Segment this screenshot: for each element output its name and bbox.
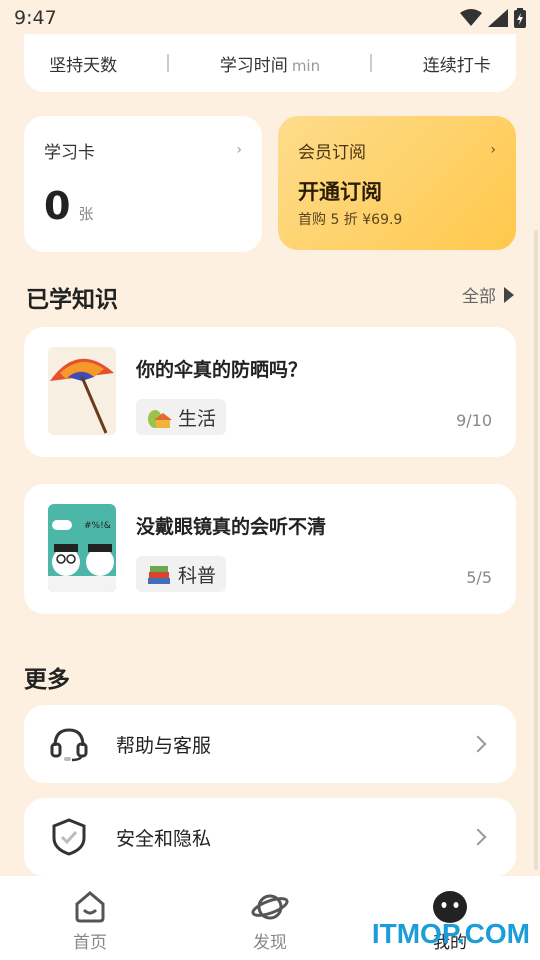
nav-discover[interactable]: 发现: [210, 890, 330, 953]
chevron-right-icon: ›: [236, 142, 242, 158]
study-card-count: 0 张: [44, 184, 93, 228]
stat-persist-days[interactable]: 坚持天数: [49, 51, 117, 76]
watermark-logo: ITMOP.COM: [371, 918, 530, 949]
study-card-number: 0: [44, 184, 71, 228]
knowledge-item[interactable]: 你的伞真的防晒吗？ 生活 9/10: [24, 327, 516, 457]
knowledge-item[interactable]: #%!& 没戴眼镜真的会听不清 科普 5/5: [24, 484, 516, 614]
house-plant-icon: [148, 410, 172, 428]
nav-home-label: 首页: [73, 933, 107, 953]
study-card-unit: 张: [78, 205, 94, 223]
help-support-label: 帮助与客服: [116, 734, 212, 757]
knowledge-progress: 9/10: [456, 411, 492, 430]
nav-discover-label: 发现: [253, 933, 287, 953]
knowledge-title: 没戴眼镜真的会听不清: [136, 516, 327, 538]
knowledge-progress: 5/5: [466, 568, 492, 587]
home-icon: [75, 891, 105, 923]
vip-subscription-card[interactable]: 会员订阅 › 开通订阅 首购 5 折 ¥69.9: [278, 116, 516, 250]
headset-icon: [50, 728, 88, 762]
help-support-item[interactable]: 帮助与客服: [24, 705, 516, 783]
stats-card: 坚持天数 学习时间 min 连续打卡: [24, 34, 516, 92]
stat-study-time-unit: min: [291, 56, 321, 75]
planet-icon: [251, 894, 289, 920]
security-privacy-item[interactable]: 安全和隐私: [24, 798, 516, 876]
knowledge-tag-label: 生活: [178, 407, 217, 430]
status-bar: 9:47: [0, 0, 540, 36]
study-card-title: 学习卡: [44, 143, 95, 163]
books-icon: [148, 566, 170, 584]
scrollbar[interactable]: [534, 230, 538, 870]
chevron-right-icon: [469, 735, 487, 753]
vip-card-title: 会员订阅: [298, 143, 366, 163]
see-all-button[interactable]: 全部: [462, 282, 514, 307]
knowledge-tag: 生活: [136, 399, 227, 435]
more-section-title: 更多: [24, 667, 70, 693]
battery-icon: [514, 8, 526, 28]
wifi-icon: [460, 9, 482, 26]
nav-home[interactable]: 首页: [30, 890, 150, 953]
stat-study-time[interactable]: 学习时间 min: [220, 51, 320, 76]
knowledge-tag-label: 科普: [178, 564, 217, 587]
vip-card-headline: 开通订阅: [298, 180, 382, 204]
status-time: 9:47: [14, 7, 57, 29]
triangle-right-icon: [504, 286, 514, 303]
knowledge-title: 你的伞真的防晒吗？: [136, 359, 308, 381]
vip-card-subtitle: 首购 5 折 ¥69.9: [298, 212, 403, 228]
chevron-right-icon: [469, 828, 487, 846]
knowledge-tag: 科普: [136, 556, 227, 592]
stats-divider: [167, 54, 170, 72]
svg-text:#%!&: #%!&: [84, 521, 111, 531]
stat-streak[interactable]: 连续打卡: [423, 51, 491, 76]
shield-icon: [52, 818, 86, 856]
see-all-label: 全部: [462, 287, 496, 307]
security-privacy-label: 安全和隐私: [116, 827, 212, 850]
signal-icon: [488, 9, 508, 27]
status-icons: [460, 8, 526, 28]
stat-study-time-label: 学习时间: [219, 55, 288, 76]
umbrella-thumbnail: [48, 347, 116, 435]
learned-section-title: 已学知识: [26, 287, 118, 313]
glasses-comic-thumbnail: #%!&: [48, 504, 116, 592]
stats-divider: [370, 54, 373, 72]
chevron-right-icon: ›: [490, 142, 496, 158]
study-card[interactable]: 学习卡 › 0 张: [24, 116, 262, 252]
